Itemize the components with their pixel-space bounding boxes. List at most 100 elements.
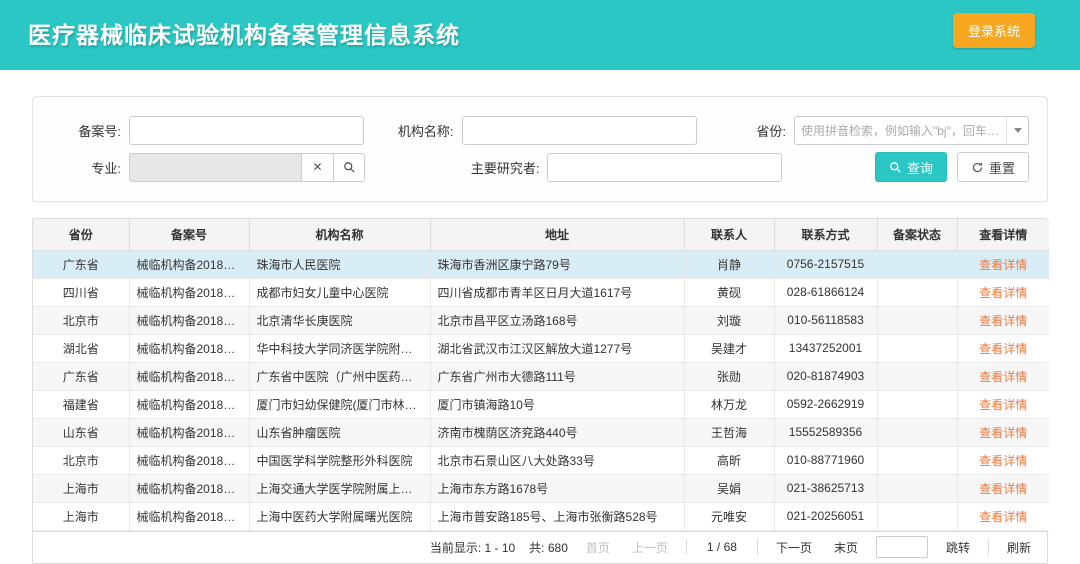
cell-status: [877, 306, 957, 334]
table-row[interactable]: 广东省 械临机构备201800001 珠海市人民医院 珠海市香洲区康宁路79号 …: [33, 250, 1049, 278]
refresh-button[interactable]: 刷新: [1003, 536, 1035, 559]
view-detail-link[interactable]: 查看详情: [979, 454, 1027, 468]
view-detail-link[interactable]: 查看详情: [979, 342, 1027, 356]
cell-contact: 吴娟: [684, 474, 774, 502]
cell-address: 上海市东方路1678号: [430, 474, 684, 502]
cell-status: [877, 278, 957, 306]
filing-no-label: 备案号:: [51, 121, 129, 140]
cell-filing-no: 械临机构备201800008: [129, 446, 249, 474]
cell-org-name: 华中科技大学同济医学院附属协和医院: [249, 334, 430, 362]
table-header-row: 省份备案号机构名称地址联系人联系方式备案状态查看详情: [33, 219, 1049, 250]
table-row[interactable]: 广东省 械临机构备201800005 广东省中医院（广州中医药大学第... 广东…: [33, 362, 1049, 390]
cell-filing-no: 械临机构备201800007: [129, 418, 249, 446]
cell-status: [877, 502, 957, 530]
specialty-input[interactable]: [129, 153, 301, 182]
cell-contact: 肖静: [684, 250, 774, 278]
reset-button[interactable]: 重置: [957, 152, 1029, 182]
clear-icon[interactable]: ✕: [301, 153, 333, 182]
cell-address: 北京市昌平区立汤路168号: [430, 306, 684, 334]
view-detail-link[interactable]: 查看详情: [979, 286, 1027, 300]
province-placeholder: 使用拼音检索，例如输入"bj"，回车即选...: [795, 122, 1006, 139]
cell-phone: 028-61866124: [774, 278, 877, 306]
province-label: 省份:: [716, 121, 794, 140]
query-button[interactable]: 查询: [875, 152, 947, 182]
column-header: 联系方式: [774, 219, 877, 250]
column-header: 省份: [33, 219, 129, 250]
view-detail-link[interactable]: 查看详情: [979, 426, 1027, 440]
chevron-down-icon[interactable]: [1006, 117, 1028, 144]
cell-province: 山东省: [33, 418, 129, 446]
current-display: 当前显示: 1 - 10: [430, 539, 515, 556]
cell-contact: 元唯安: [684, 502, 774, 530]
view-detail-link[interactable]: 查看详情: [979, 398, 1027, 412]
cell-phone: 021-20256051: [774, 502, 877, 530]
cell-province: 广东省: [33, 250, 129, 278]
cell-address: 北京市石景山区八大处路33号: [430, 446, 684, 474]
table-row[interactable]: 山东省 械临机构备201800007 山东省肿瘤医院 济南市槐荫区济兖路440号…: [33, 418, 1049, 446]
cell-status: [877, 390, 957, 418]
pi-input[interactable]: [547, 153, 782, 182]
province-select[interactable]: 使用拼音检索，例如输入"bj"，回车即选...: [794, 116, 1029, 145]
cell-phone: 020-81874903: [774, 362, 877, 390]
cell-contact: 高昕: [684, 446, 774, 474]
first-page-button[interactable]: 首页: [582, 536, 614, 559]
view-detail-link[interactable]: 查看详情: [979, 258, 1027, 272]
specialty-search-button[interactable]: [333, 153, 365, 182]
cell-org-name: 上海交通大学医学院附属上海儿童...: [249, 474, 430, 502]
cell-address: 珠海市香洲区康宁路79号: [430, 250, 684, 278]
cell-address: 厦门市镇海路10号: [430, 390, 684, 418]
next-page-button[interactable]: 下一页: [772, 536, 816, 559]
cell-org-name: 北京清华长庚医院: [249, 306, 430, 334]
cell-filing-no: 械临机构备201800004: [129, 334, 249, 362]
view-detail-link[interactable]: 查看详情: [979, 482, 1027, 496]
cell-contact: 刘璇: [684, 306, 774, 334]
column-header: 查看详情: [957, 219, 1049, 250]
table-row[interactable]: 湖北省 械临机构备201800004 华中科技大学同济医学院附属协和医院 湖北省…: [33, 334, 1049, 362]
cell-province: 北京市: [33, 446, 129, 474]
cell-org-name: 厦门市妇幼保健院(厦门市林巧稚...: [249, 390, 430, 418]
cell-filing-no: 械临机构备201800010: [129, 502, 249, 530]
cell-filing-no: 械临机构备201800002: [129, 278, 249, 306]
cell-phone: 010-88771960: [774, 446, 877, 474]
search-icon: [889, 161, 902, 174]
pi-label: 主要研究者:: [457, 158, 547, 177]
cell-address: 上海市普安路185号、上海市张衡路528号: [430, 502, 684, 530]
cell-filing-no: 械临机构备201800001: [129, 250, 249, 278]
jump-page-input[interactable]: [876, 536, 928, 558]
cell-org-name: 广东省中医院（广州中医药大学第...: [249, 362, 430, 390]
cell-status: [877, 474, 957, 502]
view-detail-link[interactable]: 查看详情: [979, 510, 1027, 524]
cell-status: [877, 362, 957, 390]
cell-filing-no: 械临机构备201800005: [129, 362, 249, 390]
cell-address: 济南市槐荫区济兖路440号: [430, 418, 684, 446]
cell-status: [877, 250, 957, 278]
prev-page-button[interactable]: 上一页: [628, 536, 672, 559]
column-header: 备案号: [129, 219, 249, 250]
table-row[interactable]: 福建省 械临机构备201800006 厦门市妇幼保健院(厦门市林巧稚... 厦门…: [33, 390, 1049, 418]
last-page-button[interactable]: 末页: [830, 536, 862, 559]
cell-contact: 林万龙: [684, 390, 774, 418]
login-button[interactable]: 登录系统: [953, 13, 1035, 48]
table-row[interactable]: 上海市 械临机构备201800009 上海交通大学医学院附属上海儿童... 上海…: [33, 474, 1049, 502]
specialty-input-group: ✕: [129, 153, 365, 182]
cell-province: 四川省: [33, 278, 129, 306]
cell-org-name: 成都市妇女儿童中心医院: [249, 278, 430, 306]
view-detail-link[interactable]: 查看详情: [979, 370, 1027, 384]
cell-org-name: 山东省肿瘤医院: [249, 418, 430, 446]
view-detail-link[interactable]: 查看详情: [979, 314, 1027, 328]
cell-filing-no: 械临机构备201800003: [129, 306, 249, 334]
filing-no-input[interactable]: [129, 116, 364, 145]
total-count: 共: 680: [529, 539, 568, 556]
page-indicator: 1 / 68: [701, 540, 743, 554]
cell-org-name: 中国医学科学院整形外科医院: [249, 446, 430, 474]
table-row[interactable]: 四川省 械临机构备201800002 成都市妇女儿童中心医院 四川省成都市青羊区…: [33, 278, 1049, 306]
jump-button[interactable]: 跳转: [942, 536, 974, 559]
org-name-input[interactable]: [462, 116, 697, 145]
column-header: 联系人: [684, 219, 774, 250]
table-row[interactable]: 北京市 械临机构备201800008 中国医学科学院整形外科医院 北京市石景山区…: [33, 446, 1049, 474]
table-row[interactable]: 上海市 械临机构备201800010 上海中医药大学附属曙光医院 上海市普安路1…: [33, 502, 1049, 530]
cell-address: 四川省成都市青羊区日月大道1617号: [430, 278, 684, 306]
table-row[interactable]: 北京市 械临机构备201800003 北京清华长庚医院 北京市昌平区立汤路168…: [33, 306, 1049, 334]
cell-org-name: 珠海市人民医院: [249, 250, 430, 278]
cell-status: [877, 418, 957, 446]
